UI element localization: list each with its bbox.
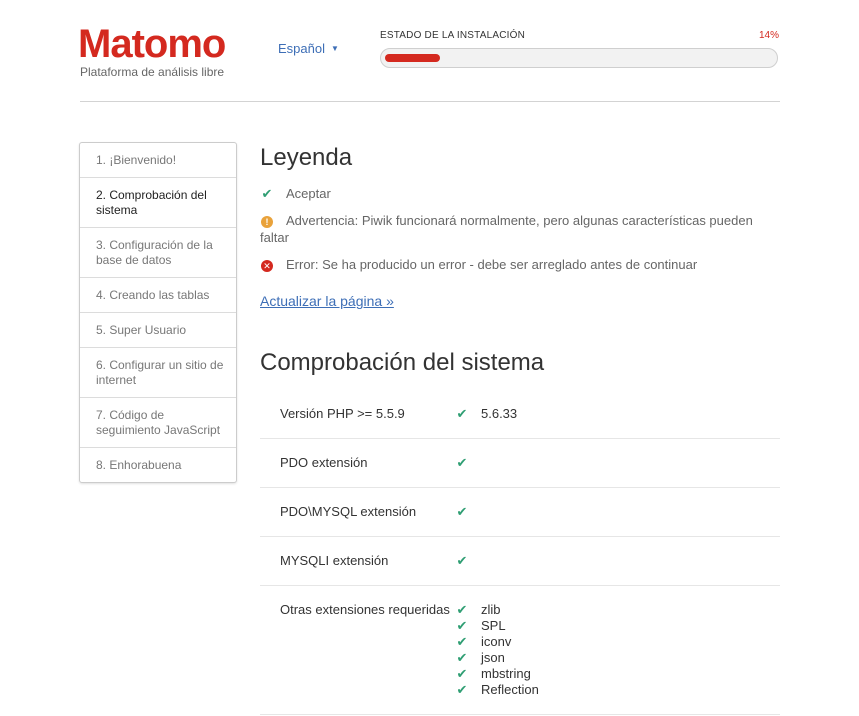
caret-down-icon[interactable]: ▼ — [331, 44, 339, 53]
logo-text: Matomo — [78, 22, 226, 66]
legend-warning: ! Advertencia: Piwik funcionará normalmen… — [260, 212, 770, 246]
check-requirement: Versión PHP >= 5.5.9 — [260, 390, 455, 439]
header-divider — [80, 101, 780, 102]
logo: Matomo Plataforma de análisis libre — [78, 22, 226, 79]
result-value: zlib — [481, 602, 501, 617]
result-value: json — [481, 650, 505, 665]
installation-steps: 1. ¡Bienvenido! 2. Comprobación del siste… — [79, 142, 237, 483]
step-item: 6. Configurar un sitio de internet — [80, 348, 236, 398]
check-row: MYSQLI extensión ✔ — [260, 536, 780, 586]
check-result: ✔ zlib ✔ SPL ✔ iconv ✔ json ✔ mbstring ✔ Reflection — [455, 585, 780, 715]
check-row: Otras extensiones requeridas ✔ zlib ✔ SPL ✔ ic… — [260, 585, 780, 715]
progress-label: ESTADO DE LA INSTALACIÓN — [380, 30, 526, 41]
check-icon: ✔ — [456, 618, 468, 633]
step-item: 4. Creando las tablas — [80, 278, 236, 313]
result-value: 5.6.33 — [481, 406, 518, 421]
result-line: ✔ 5.6.33 — [455, 406, 780, 422]
step-item: 2. Comprobación del sistema — [80, 178, 236, 228]
check-result: ✔ — [455, 438, 780, 488]
result-line: ✔ — [455, 504, 780, 520]
legend-error-text: Error: Se ha producido un error - debe s… — [286, 257, 698, 272]
check-row: PDO\MYSQL extensión ✔ — [260, 487, 780, 537]
result-value: Reflection — [481, 682, 539, 697]
step-item: 3. Configuración de la base de datos — [80, 228, 236, 278]
result-line: ✔ zlib — [455, 602, 780, 618]
legend-accept-text: Aceptar — [286, 186, 331, 201]
error-icon: ✕ — [261, 260, 273, 272]
check-icon: ✔ — [456, 504, 468, 519]
result-value: mbstring — [481, 666, 531, 681]
check-requirement: PDO extensión — [260, 438, 455, 488]
step-item: 7. Código de seguimiento JavaScript — [80, 398, 236, 448]
result-line: ✔ json — [455, 650, 780, 666]
check-row: Versión PHP >= 5.5.9 ✔ 5.6.33 — [260, 390, 780, 439]
check-icon: ✔ — [456, 634, 468, 649]
legend-warning-text: Advertencia: Piwik funcionará normalment… — [260, 213, 753, 245]
step-item: 1. ¡Bienvenido! — [80, 143, 236, 178]
check-icon: ✔ — [456, 682, 468, 697]
legend-error: ✕ Error: Se ha producido un error - debe … — [260, 256, 770, 273]
check-requirement: MYSQLI extensión — [260, 536, 455, 586]
system-check-table: Versión PHP >= 5.5.9 ✔ 5.6.33 PDO extensión… — [260, 390, 780, 715]
result-line: ✔ — [455, 553, 780, 569]
check-row: PDO extensión ✔ — [260, 438, 780, 488]
legend-accept: ✔ Aceptar — [260, 185, 770, 202]
check-requirement: Otras extensiones requeridas — [260, 585, 455, 715]
progress-bar — [380, 48, 778, 68]
step-item: 5. Super Usuario — [80, 313, 236, 348]
legend-title: Leyenda — [260, 144, 353, 171]
step-item: 8. Enhorabuena — [96, 458, 182, 472]
check-icon: ✔ — [456, 666, 468, 681]
check-icon: ✔ — [456, 553, 468, 568]
result-line: ✔ SPL — [455, 618, 780, 634]
progress-percent: 14% — [758, 30, 779, 41]
check-result: ✔ — [455, 536, 780, 586]
progress-fill — [385, 54, 441, 62]
result-value: SPL — [481, 618, 506, 633]
result-line: ✔ Reflection — [455, 682, 780, 698]
check-icon: ✔ — [456, 650, 468, 665]
warning-icon: ! — [261, 216, 273, 228]
refresh-page-link[interactable]: Actualizar la página » — [260, 293, 394, 309]
result-value: iconv — [481, 634, 512, 649]
check-result: ✔ 5.6.33 — [455, 390, 780, 439]
system-check-title: Comprobación del sistema — [260, 349, 545, 376]
result-line: ✔ iconv — [455, 634, 780, 650]
result-line: ✔ — [455, 455, 780, 471]
check-icon: ✔ — [456, 455, 468, 470]
check-icon: ✔ — [456, 406, 468, 421]
language-label[interactable]: Español — [278, 41, 325, 56]
language-selector[interactable]: Español ▼ — [278, 41, 339, 56]
check-icon: ✔ — [261, 186, 273, 201]
check-result: ✔ — [455, 487, 780, 537]
check-requirement: PDO\MYSQL extensión — [260, 487, 455, 537]
tagline: Plataforma de análisis libre — [80, 65, 225, 79]
check-icon: ✔ — [456, 602, 468, 617]
result-line: ✔ mbstring — [455, 666, 780, 682]
